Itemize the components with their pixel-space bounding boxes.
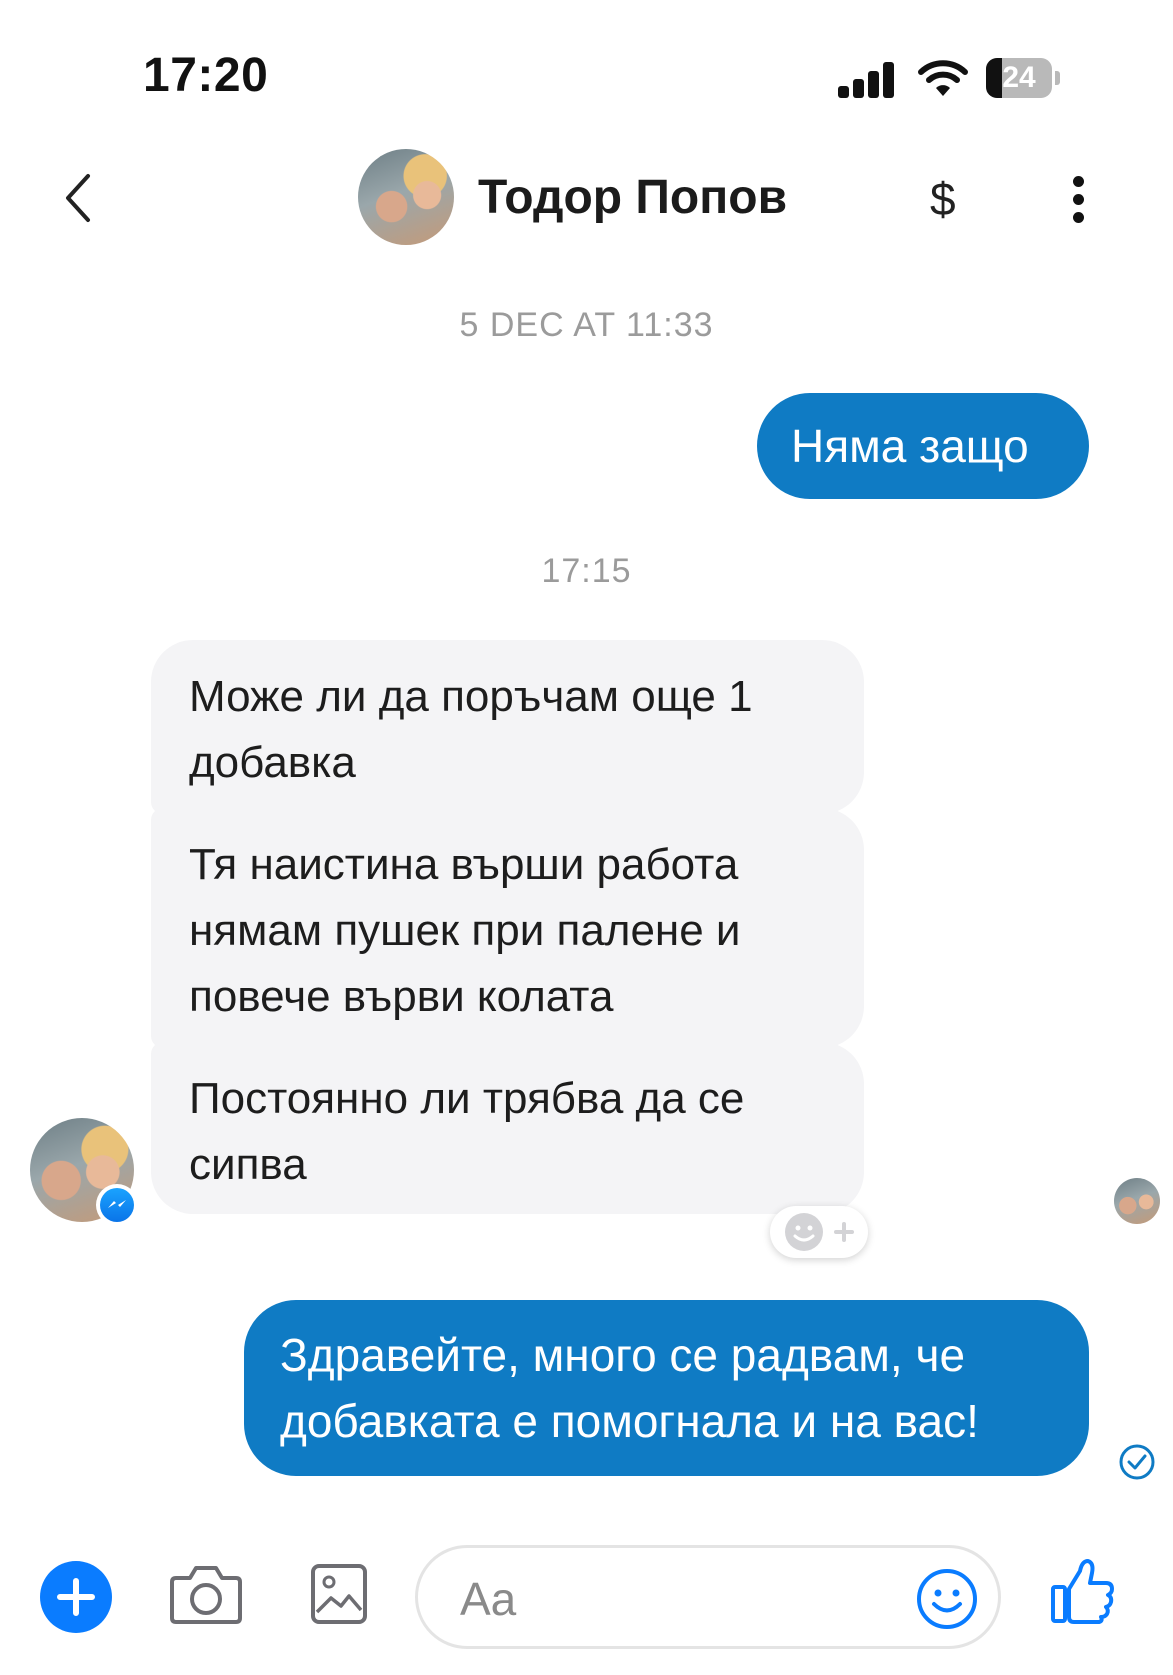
payment-dollar-icon[interactable]: $ [930,172,956,226]
outgoing-message[interactable]: Няма защо [757,393,1089,499]
contact-name[interactable]: Тодор Попов [478,170,787,225]
message-timestamp: 5 DEC AT 11:33 [459,306,714,344]
message-input[interactable] [458,1570,882,1628]
status-time: 17:20 [143,49,269,102]
battery-level: 24 [1002,61,1036,94]
outgoing-message[interactable]: Здравейте, много се радвам, че добавката… [244,1300,1089,1476]
wifi-icon [918,60,968,96]
add-reaction-button[interactable] [770,1206,868,1258]
message-timestamp: 17:15 [541,552,632,590]
add-button[interactable] [40,1561,112,1633]
message-composer[interactable] [415,1545,1001,1649]
incoming-message[interactable]: Постоянно ли трябва да се сипва [151,1042,864,1214]
seen-by-avatar [1114,1178,1160,1224]
messenger-badge-icon [96,1184,138,1226]
battery-icon: 24 [986,58,1062,98]
camera-icon[interactable] [170,1562,242,1626]
gallery-icon[interactable] [311,1562,367,1626]
thumbs-up-icon[interactable] [1050,1555,1116,1625]
more-vertical-icon[interactable] [1070,176,1086,224]
contact-avatar[interactable] [358,149,454,245]
incoming-message[interactable]: Може ли да поръчам още 1 добавка [151,640,864,814]
chevron-left-icon[interactable] [62,172,94,224]
incoming-message[interactable]: Тя наистина върши работа нямам пушек при… [151,808,864,1048]
delivered-check-icon [1119,1444,1155,1480]
emoji-icon[interactable] [916,1568,978,1630]
plus-icon [57,1578,95,1616]
cellular-signal-icon [838,62,896,98]
